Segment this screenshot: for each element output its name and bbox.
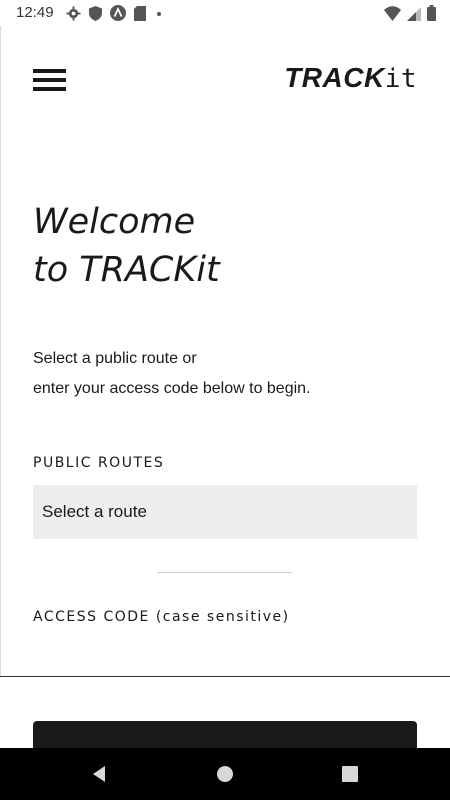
recents-icon[interactable] (340, 764, 360, 784)
access-code-label: ACCESS CODE (case sensitive) (33, 609, 290, 625)
brand-logo-strong: TRACK (284, 62, 385, 93)
dot-icon (157, 11, 161, 16)
a-circle-icon (110, 5, 126, 21)
back-icon[interactable] (89, 764, 109, 784)
intro-line1: Select a public route or (33, 350, 197, 367)
signal-icon (407, 6, 421, 21)
status-icons-right (384, 5, 436, 21)
menu-button[interactable] (33, 69, 66, 91)
public-routes-label: PUBLIC ROUTES (33, 455, 165, 471)
access-code-input[interactable] (0, 676, 450, 677)
brand-logo-light: it (384, 64, 417, 94)
menu-bar-top (33, 69, 66, 73)
gear-icon (66, 5, 81, 21)
route-select[interactable]: Select a route (33, 485, 417, 539)
route-select-value: Select a route (42, 502, 147, 521)
status-time: 12:49 (16, 4, 54, 21)
left-edge-rule (0, 26, 1, 676)
wifi-icon (384, 5, 401, 21)
section-divider (157, 572, 292, 573)
intro-text: Select a public route or enter your acce… (33, 344, 423, 404)
welcome-title: Welcome to TRACKit (33, 198, 423, 294)
status-icons-left (66, 5, 164, 21)
sd-card-icon (134, 5, 146, 21)
system-nav-bar (0, 748, 450, 800)
home-icon[interactable] (215, 764, 235, 784)
shield-icon (89, 5, 102, 21)
welcome-title-line2: to TRACKit (33, 250, 220, 290)
intro-line2: enter your access code below to begin. (33, 380, 311, 397)
battery-icon (427, 5, 436, 21)
welcome-title-line1: Welcome (33, 202, 196, 242)
menu-bar-middle (33, 78, 66, 82)
status-bar: 12:49 (0, 0, 450, 26)
brand-logo: TRACKit (284, 62, 417, 94)
menu-bar-bottom (33, 87, 66, 91)
